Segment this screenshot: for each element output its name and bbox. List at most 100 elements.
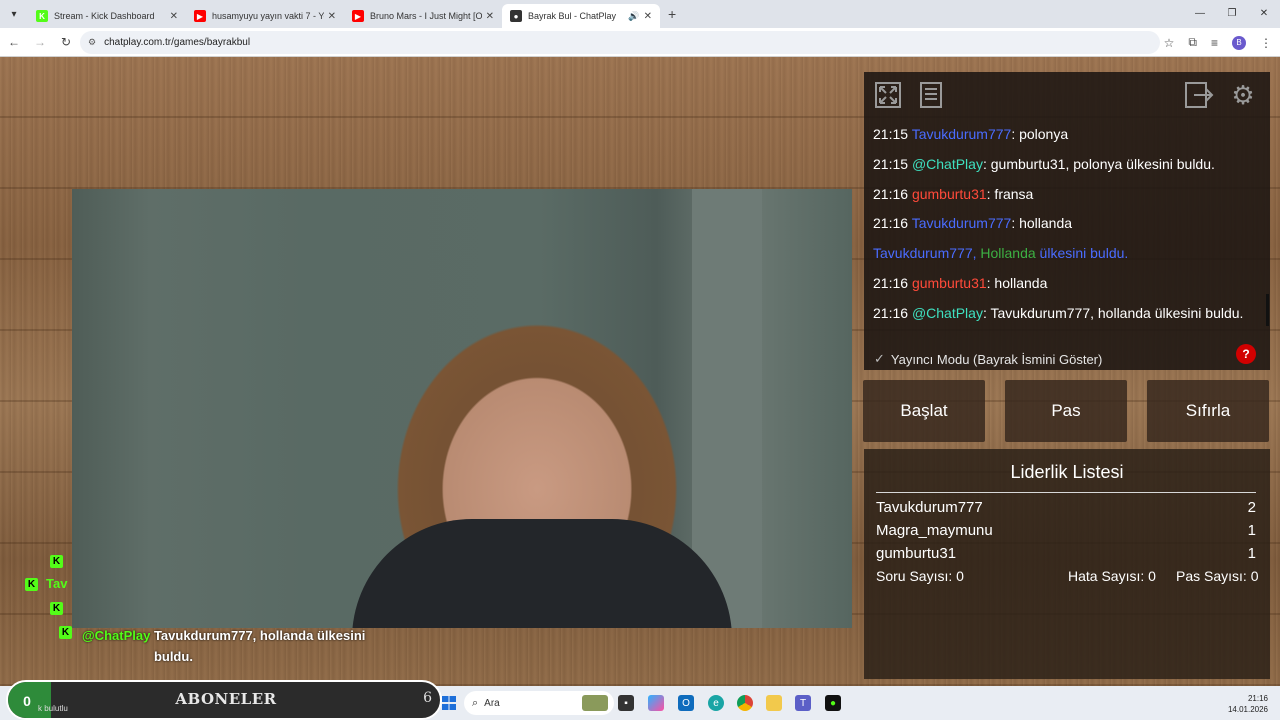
overlay-chat-message: @ChatPlay Tavukdurum777, hollanda ülkesi… — [82, 625, 402, 667]
leaderboard-row: Tavukdurum777 2 — [876, 499, 1256, 516]
streamer-mode-toggle[interactable]: ✓ Yayıncı Modu (Bayrak İsmini Göster) — [874, 351, 1102, 367]
chat-scrollbar[interactable] — [1266, 294, 1269, 326]
leaderboard-name: Magra_maymunu — [876, 522, 993, 539]
audio-playing-icon[interactable]: 🔊 — [628, 11, 639, 22]
close-tab-icon[interactable]: ✕ — [486, 11, 494, 22]
tab-favicon-icon: K — [36, 10, 48, 22]
webcam-subject — [352, 519, 732, 628]
pass-button[interactable]: Pas — [1005, 380, 1127, 442]
subscriber-label: ABONELER — [175, 690, 277, 708]
chat-user: Tavukdurum777 — [911, 215, 1012, 232]
leaderboard-row: Magra_maymunu 1 — [876, 522, 1256, 539]
task-view-icon[interactable]: ▪ — [618, 695, 634, 711]
chat-text: : fransa — [986, 185, 1034, 202]
edge-icon[interactable]: e — [708, 695, 724, 711]
webcam-video — [72, 189, 852, 628]
site-info-icon[interactable]: ⚙ — [88, 37, 96, 48]
chat-messages: 21:15 Tavukdurum777: polonya 21:15 @ChatP… — [873, 124, 1263, 333]
chat-time: 21:15 — [873, 155, 909, 172]
url-text: chatplay.com.tr/games/bayrakbul — [104, 37, 251, 48]
chevron-down-icon: ▾ — [11, 8, 17, 20]
chat-message: 21:16 gumburtu31: fransa — [873, 184, 1263, 214]
browser-menu-icon[interactable]: ⋮ — [1260, 36, 1272, 50]
leaderboard-name: gumburtu31 — [876, 545, 957, 562]
notes-icon[interactable] — [916, 80, 946, 110]
leaderboard-score: 1 — [1247, 545, 1256, 562]
clock-time: 21:16 — [1247, 694, 1268, 703]
exit-icon[interactable] — [1184, 80, 1214, 110]
chat-user: gumburtu31 — [911, 274, 987, 291]
tab-title: Bayrak Bul - ChatPlay — [528, 11, 617, 21]
close-tab-icon[interactable]: ✕ — [170, 11, 178, 22]
fullscreen-icon[interactable] — [873, 80, 903, 110]
tab-search-button[interactable]: ▾ — [0, 0, 28, 28]
kick-icon: K — [50, 555, 63, 568]
back-button[interactable]: ← — [2, 35, 26, 49]
chat-message: 21:16 gumburtu31: hollanda — [873, 273, 1263, 303]
url-field[interactable]: ⚙ chatplay.com.tr/games/bayrakbul — [80, 31, 1160, 54]
kick-icon: K — [50, 602, 63, 615]
browser-tab[interactable]: ▶ husamyuyu yayın vakti 7 - YouT ✕ — [186, 4, 344, 28]
error-count: Hata Sayısı: 0 — [1068, 568, 1156, 584]
taskbar: 0 k bulutlu ABONELER 6 ⌕ Ara ▪ O e T ● 2… — [0, 680, 1280, 720]
tab-title: Stream - Kick Dashboard — [54, 11, 155, 21]
new-tab-button[interactable]: + — [668, 6, 676, 22]
chat-text: : Tavukdurum777, hollanda ülkesini buldu… — [982, 304, 1244, 321]
address-bar-row: ← → ↻ ⚙ chatplay.com.tr/games/bayrakbul … — [0, 28, 1280, 57]
help-button[interactable]: ? — [1236, 344, 1256, 364]
tab-favicon-icon: ▶ — [194, 10, 206, 22]
chat-user: @ChatPlay — [911, 155, 983, 172]
close-tab-icon[interactable]: ✕ — [644, 11, 652, 22]
leaderboard-score: 1 — [1247, 522, 1256, 539]
checkmark-icon: ✓ — [874, 351, 885, 366]
teams-icon[interactable]: T — [795, 695, 811, 711]
chat-time: 21:16 — [873, 304, 909, 321]
leaderboard-title: Liderlik Listesi — [1010, 462, 1124, 482]
chrome-icon[interactable] — [737, 695, 753, 711]
chat-text: : polonya — [1011, 126, 1069, 142]
close-window-button[interactable]: ✕ — [1248, 0, 1280, 28]
widgets-icon[interactable] — [582, 695, 608, 711]
chat-user: gumburtu31 — [911, 185, 987, 202]
tab-title: husamyuyu yayın vakti 7 - YouT — [212, 11, 324, 21]
reset-button[interactable]: Sıfırla — [1147, 380, 1269, 442]
game-page: K K Tav K K @ChatPlay Tavukdurum777, hol… — [0, 57, 1280, 686]
subscriber-goal-widget: 0 k bulutlu ABONELER 6 — [6, 680, 442, 720]
browser-toolbar: ☆ ⧉ ≡ B ⋮ — [1164, 28, 1272, 57]
overlay-message-user: @ChatPlay — [82, 628, 151, 643]
extensions-icon[interactable]: ⧉ — [1188, 35, 1197, 50]
system-clock[interactable]: 21:16 14.01.2026 — [1228, 693, 1268, 715]
tab-favicon-icon: ● — [510, 10, 522, 22]
restore-button[interactable]: ❐ — [1216, 0, 1248, 28]
leaderboard-score: 2 — [1247, 499, 1256, 516]
gear-icon[interactable]: ⚙ — [1228, 80, 1258, 110]
profile-avatar[interactable]: B — [1232, 35, 1246, 50]
windows-start-button[interactable] — [442, 696, 456, 710]
chat-text: : hollanda — [1011, 215, 1073, 232]
chat-text: : hollanda — [986, 274, 1048, 291]
chat-time: 21:16 — [873, 215, 909, 232]
tab-strip: ▾ K Stream - Kick Dashboard ✕ ▶ husamyuyu ya… — [0, 0, 1280, 28]
forward-button[interactable]: → — [28, 35, 52, 49]
close-tab-icon[interactable]: ✕ — [328, 11, 336, 22]
chat-user: Tavukdurum777 — [911, 126, 1012, 142]
media-controls-icon[interactable]: ≡ — [1211, 36, 1218, 50]
file-explorer-icon[interactable] — [766, 695, 782, 711]
copilot-icon[interactable] — [648, 695, 664, 711]
bookmark-star-icon[interactable]: ☆ — [1164, 36, 1175, 50]
leaderboard: Liderlik Listesi Tavukdurum777 2 Magra_m… — [864, 449, 1270, 679]
browser-tab[interactable]: ▶ Bruno Mars - I Just Might [Offic ✕ — [344, 4, 502, 28]
start-button[interactable]: Başlat — [863, 380, 985, 442]
search-icon: ⌕ — [472, 696, 479, 709]
overlay-username: Tav — [46, 576, 68, 591]
tab-list: K Stream - Kick Dashboard ✕ ▶ husamyuyu yayı… — [28, 0, 660, 28]
outlook-icon[interactable]: O — [678, 695, 694, 711]
clock-date: 14.01.2026 — [1227, 705, 1268, 714]
kick-app-icon[interactable]: ● — [825, 695, 841, 711]
reload-button[interactable]: ↻ — [54, 35, 78, 49]
chat-text: : gumburtu31, polonya ülkesini buldu. — [982, 155, 1215, 172]
minimize-button[interactable]: — — [1184, 0, 1216, 28]
browser-tab[interactable]: ● Bayrak Bul - ChatPlay 🔊 ✕ — [502, 4, 660, 28]
browser-tab[interactable]: K Stream - Kick Dashboard ✕ — [28, 4, 186, 28]
question-count: Soru Sayısı: 0 — [876, 568, 964, 584]
